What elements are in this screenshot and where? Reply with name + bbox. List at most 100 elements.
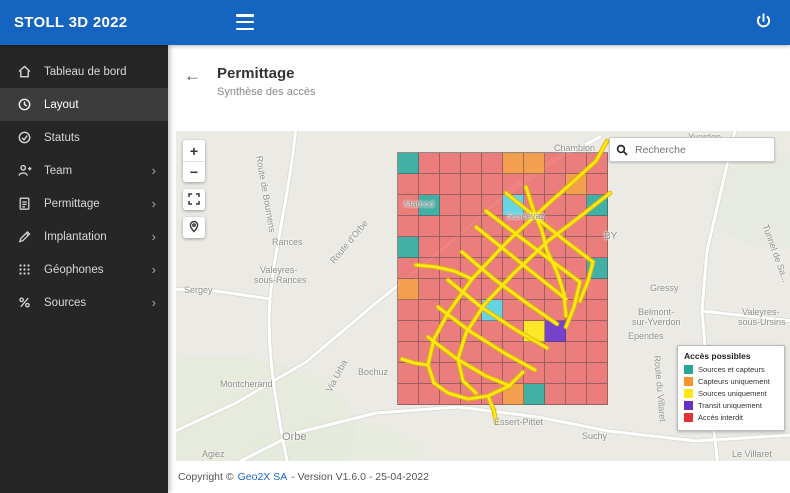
grid-cell[interactable]	[524, 342, 545, 363]
grid-cell[interactable]	[545, 279, 566, 300]
grid-cell[interactable]	[545, 342, 566, 363]
grid-cell[interactable]	[587, 153, 608, 174]
grid-cell[interactable]	[461, 216, 482, 237]
grid-cell[interactable]	[503, 216, 524, 237]
sidebar-item-geophones[interactable]: Géophones ›	[0, 253, 168, 286]
grid-cell[interactable]	[524, 279, 545, 300]
grid-cell[interactable]	[461, 153, 482, 174]
grid-cell[interactable]	[566, 216, 587, 237]
grid-cell[interactable]	[440, 363, 461, 384]
grid-cell[interactable]	[503, 363, 524, 384]
grid-cell[interactable]	[566, 384, 587, 405]
geo2x-link[interactable]: Geo2X SA	[238, 471, 288, 483]
grid-cell[interactable]	[398, 321, 419, 342]
grid-cell[interactable]	[482, 237, 503, 258]
grid-cell[interactable]	[398, 216, 419, 237]
grid-cell[interactable]	[419, 342, 440, 363]
grid-cell[interactable]	[524, 258, 545, 279]
grid-cell[interactable]	[587, 321, 608, 342]
sidebar-item-sources[interactable]: Sources ›	[0, 286, 168, 319]
grid-cell[interactable]	[419, 279, 440, 300]
menu-toggle-button[interactable]	[236, 14, 254, 30]
sidebar-item-statuts[interactable]: Statuts	[0, 121, 168, 154]
grid-cell[interactable]	[482, 384, 503, 405]
grid-cell[interactable]	[461, 174, 482, 195]
grid-cell[interactable]	[545, 195, 566, 216]
grid-cell[interactable]	[566, 321, 587, 342]
grid-cell[interactable]	[545, 216, 566, 237]
grid-cell[interactable]	[440, 195, 461, 216]
grid-cell[interactable]	[398, 342, 419, 363]
grid-cell[interactable]	[545, 258, 566, 279]
grid-cell[interactable]	[545, 363, 566, 384]
grid-cell[interactable]	[482, 195, 503, 216]
grid-cell[interactable]	[587, 384, 608, 405]
grid-cell[interactable]	[419, 174, 440, 195]
grid-cell[interactable]	[503, 237, 524, 258]
grid-cell[interactable]	[461, 237, 482, 258]
grid-cell[interactable]	[461, 195, 482, 216]
grid-cell[interactable]	[419, 384, 440, 405]
grid-cell[interactable]	[398, 384, 419, 405]
grid-cell[interactable]	[503, 342, 524, 363]
fullscreen-button[interactable]	[183, 189, 205, 210]
grid-cell[interactable]	[461, 384, 482, 405]
grid-cell[interactable]	[440, 342, 461, 363]
grid-cell[interactable]	[587, 300, 608, 321]
grid-cell[interactable]	[398, 195, 419, 216]
grid-cell[interactable]	[587, 216, 608, 237]
grid-cell[interactable]	[587, 237, 608, 258]
grid-cell[interactable]	[587, 363, 608, 384]
grid-cell[interactable]	[482, 300, 503, 321]
grid-cell[interactable]	[440, 174, 461, 195]
sidebar-item-permittage[interactable]: Permittage ›	[0, 187, 168, 220]
grid-cell[interactable]	[587, 195, 608, 216]
grid-cell[interactable]	[545, 153, 566, 174]
grid-cell[interactable]	[566, 258, 587, 279]
sidebar-item-layout[interactable]: Layout	[0, 88, 168, 121]
grid-cell[interactable]	[524, 363, 545, 384]
grid-cell[interactable]	[503, 195, 524, 216]
map-search[interactable]	[609, 137, 775, 162]
grid-cell[interactable]	[419, 216, 440, 237]
grid-cell[interactable]	[482, 174, 503, 195]
grid-cell[interactable]	[524, 174, 545, 195]
grid-cell[interactable]	[503, 300, 524, 321]
grid-cell[interactable]	[566, 153, 587, 174]
grid-cell[interactable]	[440, 384, 461, 405]
grid-cell[interactable]	[398, 174, 419, 195]
grid-cell[interactable]	[482, 279, 503, 300]
grid-cell[interactable]	[440, 300, 461, 321]
grid-cell[interactable]	[545, 384, 566, 405]
grid-cell[interactable]	[503, 258, 524, 279]
grid-cell[interactable]	[524, 384, 545, 405]
grid-cell[interactable]	[545, 321, 566, 342]
grid-cell[interactable]	[398, 300, 419, 321]
grid-cell[interactable]	[524, 195, 545, 216]
grid-cell[interactable]	[524, 300, 545, 321]
grid-cell[interactable]	[587, 279, 608, 300]
grid-cell[interactable]	[503, 153, 524, 174]
grid-cell[interactable]	[482, 258, 503, 279]
grid-cell[interactable]	[587, 174, 608, 195]
grid-cell[interactable]	[482, 321, 503, 342]
grid-cell[interactable]	[398, 237, 419, 258]
grid-cell[interactable]	[503, 384, 524, 405]
grid-cell[interactable]	[503, 321, 524, 342]
grid-cell[interactable]	[461, 279, 482, 300]
sidebar-item-team[interactable]: Team ›	[0, 154, 168, 187]
grid-cell[interactable]	[419, 258, 440, 279]
grid-cell[interactable]	[440, 216, 461, 237]
grid-cell[interactable]	[398, 153, 419, 174]
grid-cell[interactable]	[461, 321, 482, 342]
grid-cell[interactable]	[419, 195, 440, 216]
grid-cell[interactable]	[440, 279, 461, 300]
zoom-in-button[interactable]: +	[183, 140, 205, 161]
grid-cell[interactable]	[398, 258, 419, 279]
grid-cell[interactable]	[461, 342, 482, 363]
grid-cell[interactable]	[566, 237, 587, 258]
grid-cell[interactable]	[503, 174, 524, 195]
grid-cell[interactable]	[482, 363, 503, 384]
grid-cell[interactable]	[566, 195, 587, 216]
grid-cell[interactable]	[419, 363, 440, 384]
